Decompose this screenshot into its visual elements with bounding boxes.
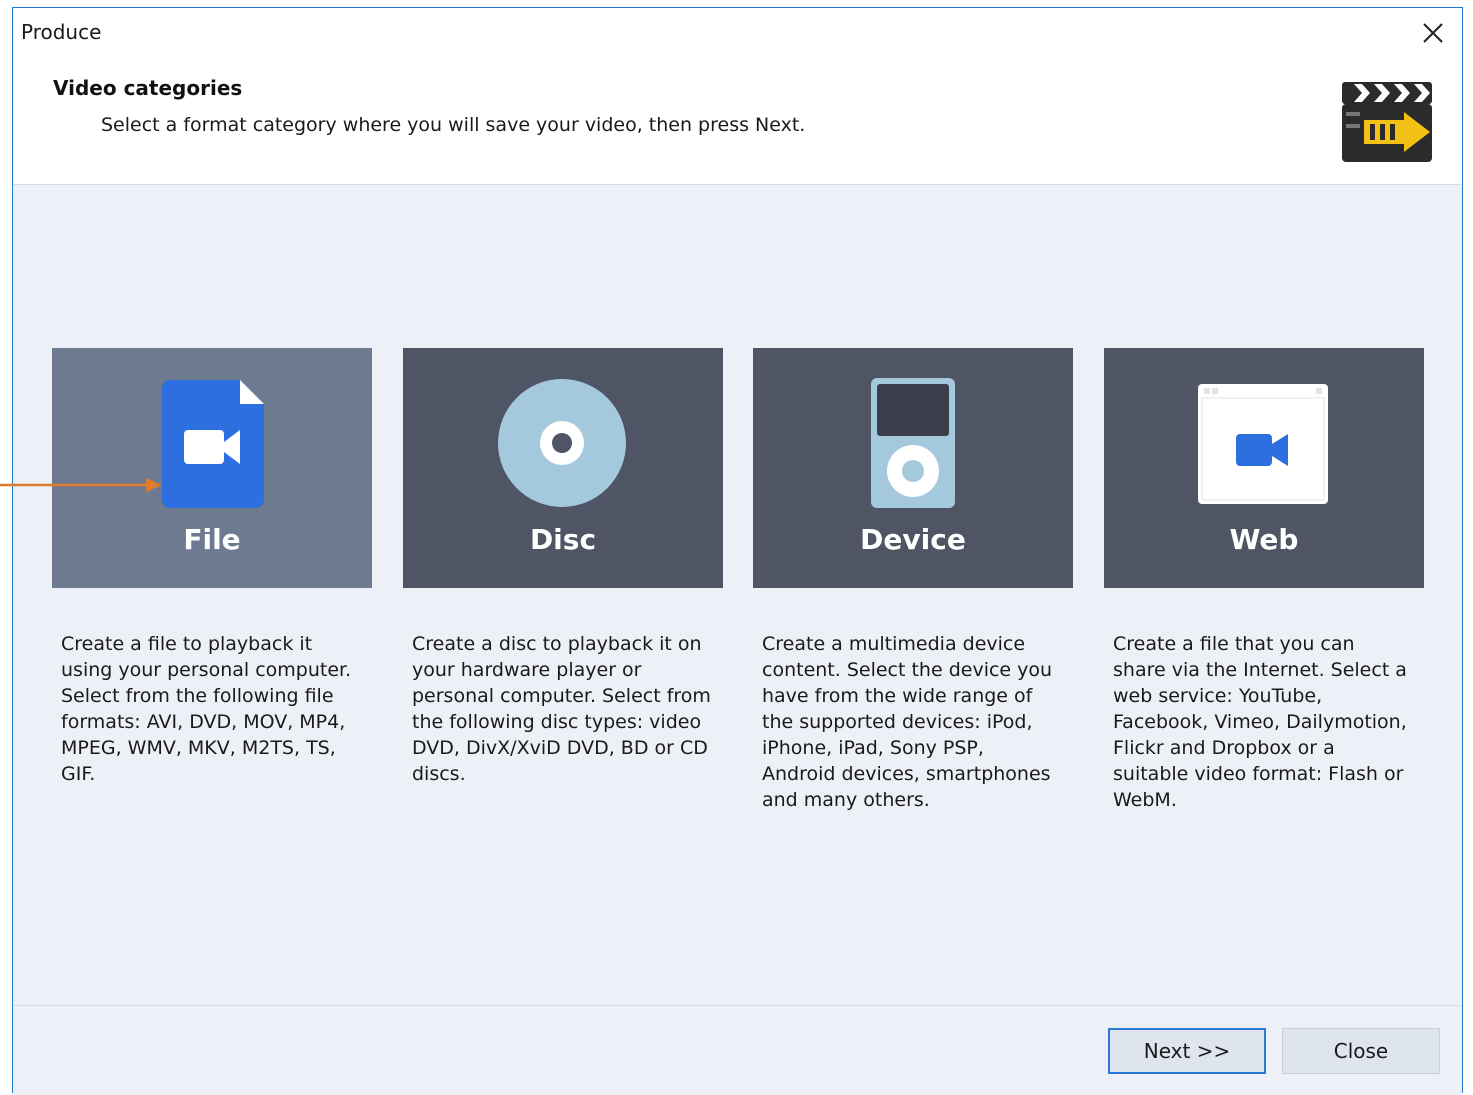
category-label: Device (860, 523, 966, 556)
category-label: Disc (529, 523, 597, 556)
category-device[interactable]: Device (753, 348, 1073, 588)
category-label: File (183, 523, 241, 556)
page-subtitle: Select a format category where you will … (101, 114, 806, 136)
title-bar: Produce (13, 8, 1462, 56)
category-web[interactable]: Web (1104, 348, 1424, 588)
close-icon[interactable] (1418, 18, 1448, 48)
category-description: Create a disc to playback it on your har… (412, 633, 711, 785)
category-file[interactable]: File (52, 348, 372, 588)
disc-icon (498, 379, 626, 507)
next-button[interactable]: Next >> (1108, 1028, 1266, 1074)
close-button[interactable]: Close (1282, 1028, 1440, 1074)
category-label: Web (1229, 523, 1299, 556)
category-disc[interactable]: Disc (403, 348, 723, 588)
category-area: File Create a file to playback it using … (13, 185, 1462, 1005)
category-description: Create a file that you can share via the… (1113, 633, 1407, 811)
web-video-icon (1198, 384, 1328, 504)
page-title: Video categories (53, 76, 243, 100)
category-description: Create a multimedia device content. Sele… (762, 633, 1053, 811)
window-title: Produce (21, 20, 102, 44)
media-player-icon (871, 378, 955, 508)
category-description: Create a file to playback it using your … (61, 633, 352, 785)
footer-bar: Next >> Close (13, 1005, 1462, 1095)
annotation-arrow-icon (0, 478, 162, 492)
header-panel: Video categories Select a format categor… (13, 56, 1462, 185)
clapperboard-icon (1342, 82, 1432, 162)
video-file-icon (162, 380, 264, 508)
produce-dialog: Produce Video categories Select a format… (12, 7, 1463, 1095)
